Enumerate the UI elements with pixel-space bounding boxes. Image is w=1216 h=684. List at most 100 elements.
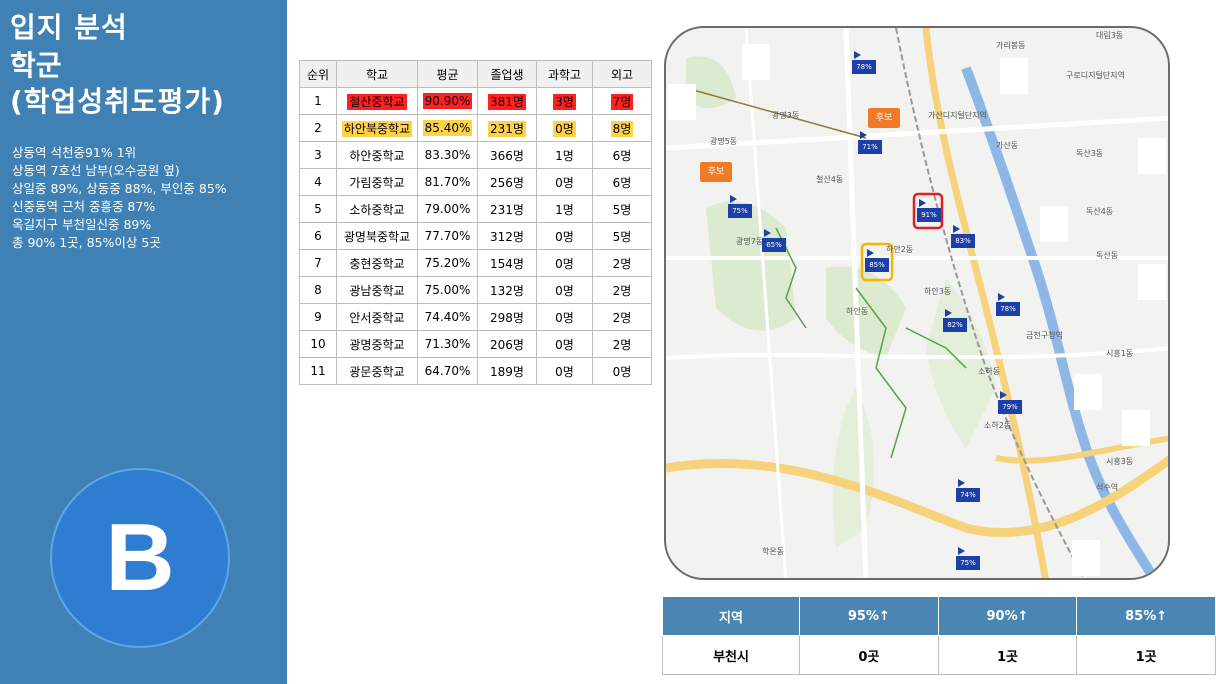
title-line-3: (학업성취도평가) (10, 85, 225, 118)
col-header-school: 학교 (336, 60, 418, 88)
rank-cell-text: 9 (314, 310, 322, 324)
map-label-hakon: 학온동 (762, 547, 785, 556)
school-cell-text: 가림중학교 (349, 175, 405, 190)
school-flag-79[interactable]: 79% (998, 391, 1022, 414)
average-cell-text: 77.70% (424, 229, 471, 243)
table-header-row: 순위 학교 평균 졸업생 과학고 외고 (299, 60, 652, 88)
map-mask (1138, 264, 1166, 300)
science-hs-cell-text: 0명 (555, 283, 574, 298)
map-mask (1138, 138, 1166, 174)
school-cell-text: 하안중학교 (349, 148, 405, 163)
school-flag-83[interactable]: 83% (951, 225, 975, 248)
school-cell: 충현중학교 (336, 249, 418, 277)
school-cell-text: 소하중학교 (349, 202, 405, 217)
graduates-cell: 366명 (477, 141, 537, 169)
school-cell-text: 철산중학교 (347, 93, 407, 110)
foreign-hs-cell: 6명 (592, 141, 652, 169)
map-label-haan: 하안동 (846, 307, 869, 316)
average-cell: 90.90% (417, 87, 478, 115)
school-flag-65[interactable]: 65% (762, 229, 786, 252)
graduates-cell-text: 154명 (490, 256, 524, 271)
col-header-average: 평균 (417, 60, 478, 88)
candidate-pin[interactable]: 후보 (868, 108, 900, 128)
table-row: 6 광명북중학교 77.70% 312명 0명 5명 (299, 222, 652, 250)
school-cell-text: 안서중학교 (349, 310, 405, 325)
map-label-gasan: 가산디지털단지역 (928, 111, 987, 120)
school-cell: 안서중학교 (336, 303, 418, 331)
map-label-soha2: 소하2동 (984, 421, 1012, 430)
graduates-cell: 231명 (477, 114, 537, 142)
graduates-cell-text: 132명 (490, 283, 524, 298)
rank-cell: 11 (299, 357, 337, 385)
map-label-siheung3: 시흥3동 (1106, 457, 1134, 466)
science-hs-cell: 1명 (536, 141, 593, 169)
school-flag-91[interactable]: 91% (917, 199, 941, 222)
average-cell-text: 75.20% (424, 256, 471, 270)
school-flag-75[interactable]: 75% (956, 547, 980, 570)
school-flag-75[interactable]: 75% (728, 195, 752, 218)
table-row: 7 충현중학교 75.20% 154명 0명 2명 (299, 249, 652, 277)
stats-cell-85: 1곳 (1076, 635, 1216, 675)
rank-cell: 9 (299, 303, 337, 331)
science-hs-cell-text: 0명 (553, 120, 576, 137)
title-line-1: 입지 분석 (10, 11, 128, 44)
science-hs-cell: 0명 (536, 222, 593, 250)
science-hs-cell-text: 0명 (555, 175, 574, 190)
map-mask (1040, 206, 1068, 242)
stats-cell-region: 부천시 (661, 635, 801, 675)
average-cell-text: 83.30% (424, 148, 471, 162)
col-header-science-hs: 과학고 (536, 60, 593, 88)
rank-cell-text: 7 (314, 256, 322, 270)
foreign-hs-cell-text: 5명 (612, 229, 632, 244)
school-flag-85[interactable]: 85% (865, 249, 889, 272)
foreign-hs-cell-text: 2명 (612, 283, 632, 298)
map-label-gwangmyeong7: 광명7동 (736, 237, 764, 246)
school-cell: 하안북중학교 (336, 114, 418, 142)
stats-row: 부천시 0곳 1곳 1곳 (661, 635, 1216, 675)
map-label-soha: 소하동 (978, 367, 1001, 376)
table-row: 11 광문중학교 64.70% 189명 0명 0명 (299, 357, 652, 385)
map-label-siheung: 시흥1동 (1106, 349, 1134, 358)
table-row: 4 가림중학교 81.70% 256명 0명 6명 (299, 168, 652, 196)
school-cell-text: 하안북중학교 (341, 120, 413, 137)
foreign-hs-cell: 7명 (592, 87, 652, 115)
graduates-cell: 312명 (477, 222, 537, 250)
map-roads (666, 28, 1168, 578)
foreign-hs-cell-text: 8명 (610, 120, 634, 137)
graduates-cell-text: 206명 (490, 337, 524, 352)
candidate-pin[interactable]: 후보 (700, 162, 732, 182)
average-cell: 75.20% (417, 249, 478, 277)
foreign-hs-cell: 6명 (592, 168, 652, 196)
table-row: 1 철산중학교 90.90% 381명 3명 7명 (299, 87, 652, 115)
school-cell-text: 광문중학교 (349, 364, 405, 379)
school-cell: 소하중학교 (336, 195, 418, 223)
school-flag-71[interactable]: 71% (858, 131, 882, 154)
stats-header-row: 지역 95%↑ 90%↑ 85%↑ (661, 596, 1216, 636)
map-mask (1000, 58, 1028, 94)
map-label-geumcheon: 금천구청역 (1026, 331, 1063, 340)
school-flag-82[interactable]: 82% (943, 309, 967, 332)
graduates-cell-text: 189명 (490, 364, 524, 379)
average-cell: 64.70% (417, 357, 478, 385)
stats-cell-95: 0곳 (799, 635, 939, 675)
foreign-hs-cell-text: 0명 (612, 364, 632, 379)
school-map[interactable]: 가산디지털단지역 구로디지털단지역 금천구청역 독산3동 독산4동 독산동 시흥… (664, 26, 1170, 580)
average-cell: 71.30% (417, 330, 478, 358)
graduates-cell-text: 231명 (490, 202, 524, 217)
note-item: 상동역 7호선 남부(오수공원 옆) (12, 163, 180, 178)
school-cell: 광명북중학교 (336, 222, 418, 250)
foreign-hs-cell: 2명 (592, 330, 652, 358)
rank-cell-text: 2 (314, 121, 322, 135)
grade-badge: B (50, 468, 230, 648)
school-cell-text: 충현중학교 (349, 256, 405, 271)
school-flag-78[interactable]: 78% (852, 51, 876, 74)
stats-header-90: 90%↑ (937, 596, 1078, 636)
school-flag-74[interactable]: 74% (956, 479, 980, 502)
left-panel: 입지 분석 학군 (학업성취도평가) 상동역 석천중91% 1위 상동역 7호선… (0, 0, 287, 684)
average-cell-text: 79.00% (424, 202, 471, 216)
school-flag-78[interactable]: 78% (996, 293, 1020, 316)
graduates-cell-text: 256명 (490, 175, 524, 190)
science-hs-cell: 0명 (536, 249, 593, 277)
school-cell-text: 광명북중학교 (343, 229, 411, 244)
average-cell-text: 85.40% (422, 120, 473, 136)
